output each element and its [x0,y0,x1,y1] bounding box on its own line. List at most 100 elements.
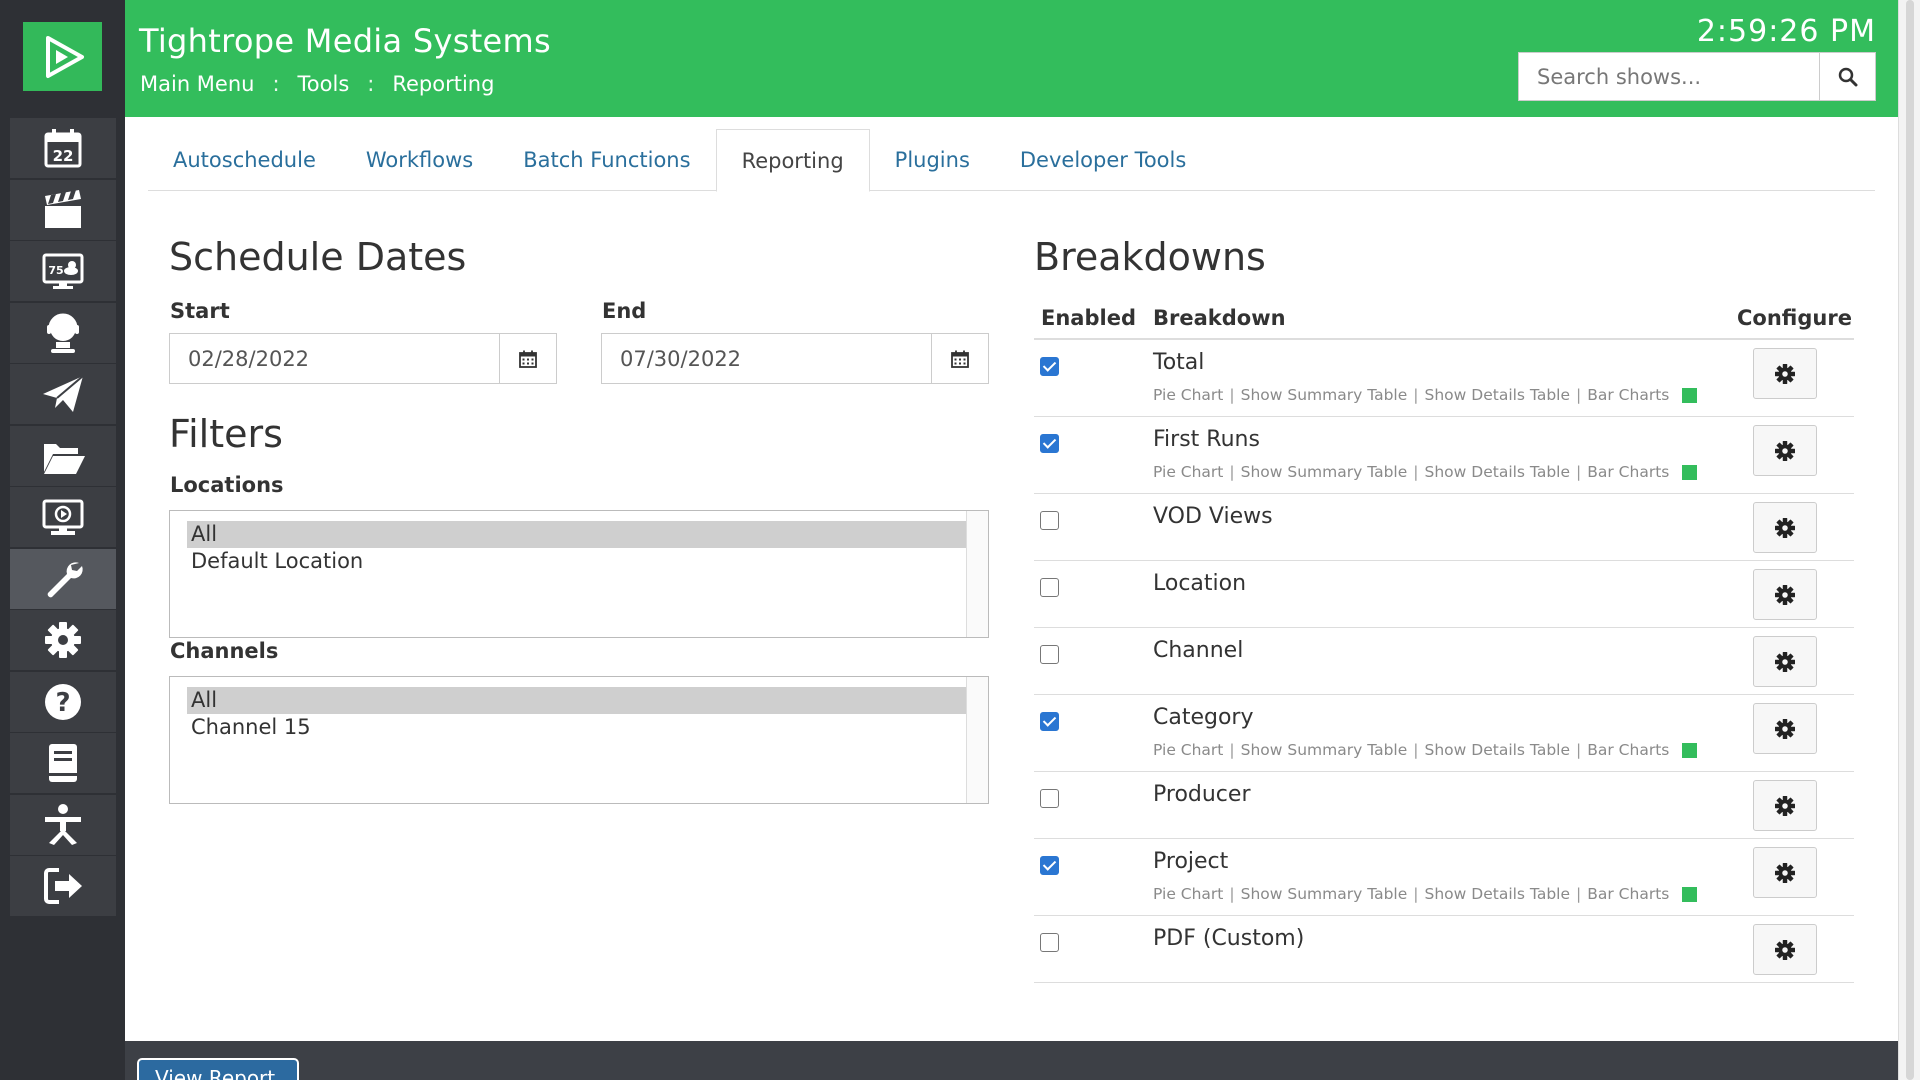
configure-button[interactable] [1753,924,1817,975]
sidebar-item-monitor-play[interactable] [10,487,116,547]
page-scrollbar-thumb[interactable] [1906,0,1914,1080]
breadcrumb-separator: : [367,72,375,96]
weather-monitor-icon: 75 [42,253,84,289]
breakdown-row: VOD Views [1034,494,1854,561]
breakdown-link-bar-charts[interactable]: Bar Charts [1587,463,1669,481]
channels-listbox[interactable]: All Channel 15 [169,676,989,804]
breakdown-link-show-details-table[interactable]: Show Details Table [1425,386,1571,404]
sidebar-item-help[interactable]: ? [10,671,116,732]
configure-button[interactable] [1753,569,1817,620]
locations-scrollbar[interactable] [966,511,988,637]
breakdown-row: Category Pie Chart | Show Summary Table | Sho… [1034,695,1854,772]
sidebar-item-clapperboard[interactable] [10,179,116,240]
breadcrumb-tools[interactable]: Tools [298,72,350,96]
location-option[interactable]: All [187,521,967,548]
channels-label: Channels [170,639,279,663]
breakdown-enabled-checkbox[interactable] [1040,578,1059,597]
configure-button[interactable] [1753,425,1817,476]
app-logo[interactable] [23,22,102,91]
breakdown-link-show-summary-table[interactable]: Show Summary Table [1241,885,1408,903]
sidebar-item-logout[interactable] [10,856,116,916]
app-title: Tightrope Media Systems [139,22,551,60]
sidebar-item-paper-plane[interactable] [10,364,116,424]
status-indicator [1682,387,1698,403]
breakdown-enabled-checkbox[interactable] [1040,856,1059,875]
configure-button[interactable] [1753,780,1817,831]
breakdown-name: PDF (Custom) [1153,926,1305,951]
breakdown-links: Pie Chart | Show Summary Table | Show Detail… [1153,741,1698,759]
configure-button[interactable] [1753,703,1817,754]
start-date-input[interactable] [170,334,499,383]
location-option[interactable]: Default Location [187,548,967,575]
breadcrumb-main-menu[interactable]: Main Menu [140,72,254,96]
gear-icon [1775,718,1795,739]
breakdown-link-bar-charts[interactable]: Bar Charts [1587,386,1669,404]
search-button[interactable] [1819,52,1876,101]
calendar-day-number: 22 [53,147,74,165]
breakdown-row: Total Pie Chart | Show Summary Table | Show D… [1034,340,1854,417]
col-configure: Configure [1737,306,1852,330]
clock: 2:59:26 PM [1696,14,1876,49]
configure-button[interactable] [1753,502,1817,553]
tab-reporting[interactable]: Reporting [715,129,870,192]
tab-autoschedule[interactable]: Autoschedule [148,129,341,191]
breakdown-links: Pie Chart | Show Summary Table | Show Detail… [1153,885,1698,903]
footer-bar: View Report [125,1041,1898,1080]
configure-button[interactable] [1753,348,1817,399]
breakdown-enabled-checkbox[interactable] [1040,933,1059,952]
sidebar-item-bulb-head[interactable] [10,302,116,363]
sidebar-item-wrench[interactable] [10,548,116,609]
start-label: Start [170,299,230,323]
view-report-button[interactable]: View Report [137,1058,299,1080]
breakdown-enabled-checkbox[interactable] [1040,357,1059,376]
page-scrollbar[interactable] [1898,0,1920,1080]
breakdown-link-show-summary-table[interactable]: Show Summary Table [1241,386,1408,404]
channel-option[interactable]: All [187,687,967,714]
breadcrumb: Main Menu : Tools : Reporting [140,72,494,96]
channels-scrollbar[interactable] [966,677,988,803]
breakdown-link-show-details-table[interactable]: Show Details Table [1425,885,1571,903]
end-label: End [602,299,647,323]
breakdown-link-show-details-table[interactable]: Show Details Table [1425,741,1571,759]
search-input[interactable] [1518,52,1819,101]
breakdown-link-show-summary-table[interactable]: Show Summary Table [1241,741,1408,759]
breakdown-enabled-checkbox[interactable] [1040,789,1059,808]
breakdown-row: Location [1034,561,1854,628]
end-date-picker-button[interactable] [931,334,988,383]
breakdown-link-pie-chart[interactable]: Pie Chart [1153,885,1223,903]
tab-batch-functions[interactable]: Batch Functions [498,129,715,191]
breakdown-link-bar-charts[interactable]: Bar Charts [1587,741,1669,759]
sidebar-item-calendar[interactable]: 22 [10,118,116,178]
gear-icon [1775,795,1795,816]
sidebar-item-folder-open[interactable] [10,425,116,486]
breakdown-enabled-checkbox[interactable] [1040,434,1059,453]
breakdown-link-show-summary-table[interactable]: Show Summary Table [1241,463,1408,481]
tab-developer-tools[interactable]: Developer Tools [995,129,1211,191]
tab-plugins[interactable]: Plugins [870,129,995,191]
sidebar-item-gear[interactable] [10,610,116,670]
configure-button[interactable] [1753,636,1817,687]
sidebar-item-weather-monitor[interactable]: 75 [10,241,116,301]
locations-listbox[interactable]: All Default Location [169,510,989,638]
sidebar-item-network[interactable] [10,794,116,855]
breakdown-enabled-checkbox[interactable] [1040,511,1059,530]
breakdown-row: PDF (Custom) [1034,916,1854,983]
breakdown-enabled-checkbox[interactable] [1040,645,1059,664]
start-date-picker-button[interactable] [499,334,556,383]
locations-label: Locations [170,473,284,497]
sidebar-item-book[interactable] [10,733,116,793]
clapperboard-icon [45,189,81,228]
breakdown-link-pie-chart[interactable]: Pie Chart [1153,463,1223,481]
configure-button[interactable] [1753,847,1817,898]
tab-workflows[interactable]: Workflows [341,129,498,191]
breakdown-link-show-details-table[interactable]: Show Details Table [1425,463,1571,481]
breadcrumb-reporting[interactable]: Reporting [392,72,494,96]
end-date-input[interactable] [602,334,931,383]
gear-icon [1775,862,1795,883]
breakdown-link-pie-chart[interactable]: Pie Chart [1153,386,1223,404]
channel-option[interactable]: Channel 15 [187,714,967,741]
gear-icon [45,622,81,658]
breakdown-enabled-checkbox[interactable] [1040,712,1059,731]
breakdown-link-bar-charts[interactable]: Bar Charts [1587,885,1669,903]
breakdown-link-pie-chart[interactable]: Pie Chart [1153,741,1223,759]
